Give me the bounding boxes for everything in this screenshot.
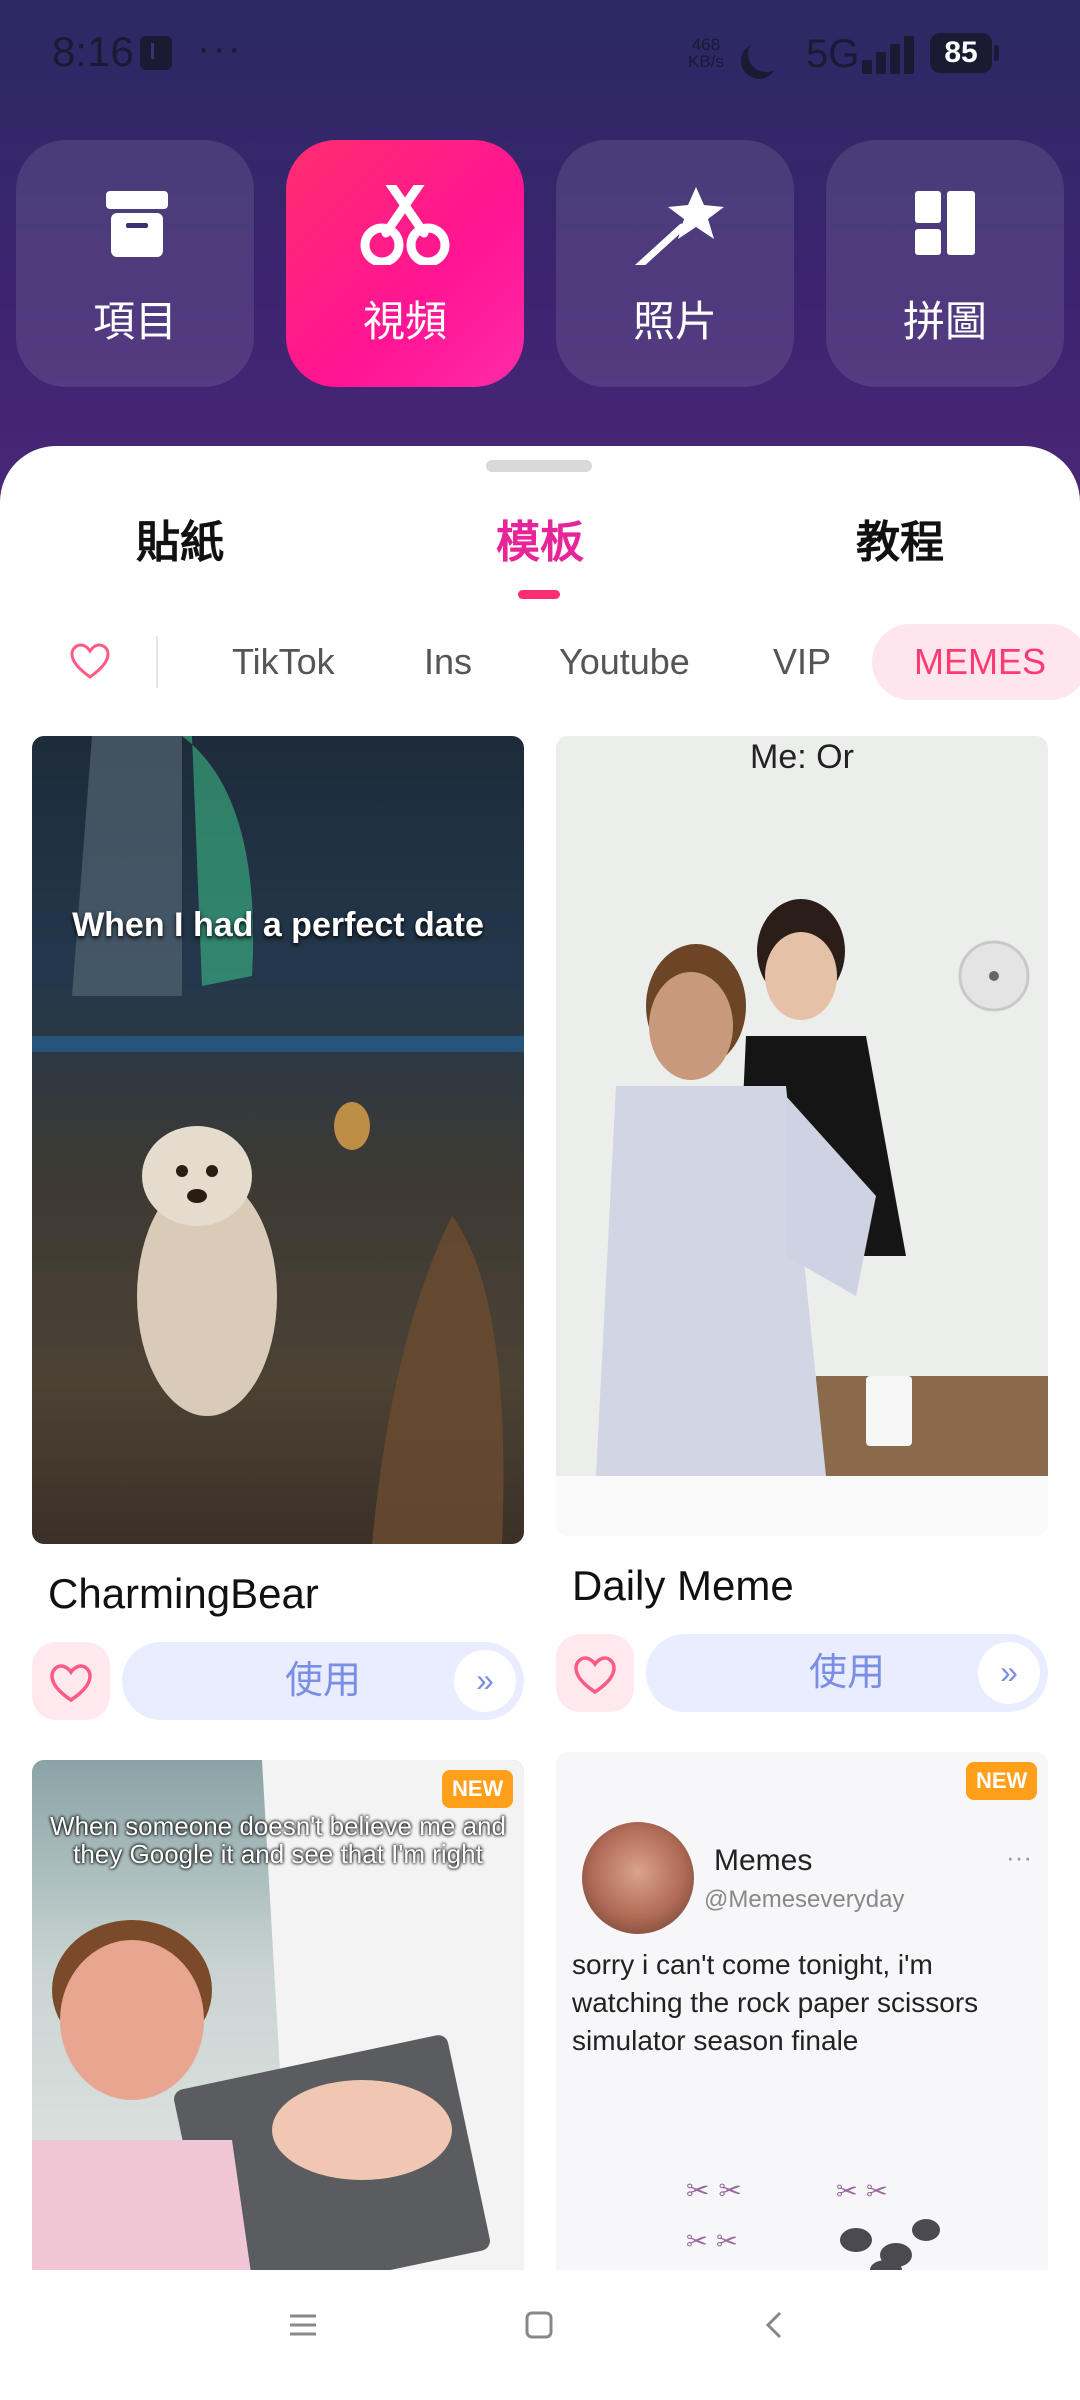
heart-icon: [574, 1656, 616, 1695]
tab-stickers[interactable]: 貼紙: [136, 506, 224, 570]
home-icon[interactable]: [524, 2310, 554, 2340]
heart-icon: [50, 1664, 92, 1703]
dog-on-beach-image: [32, 736, 524, 1544]
chip-youtube[interactable]: Youtube: [559, 624, 690, 700]
template-sheet: 貼紙 模板 教程 TikTok Ins Youtube VIP MEMES Wh…: [0, 446, 1080, 2400]
double-chevron-icon: »: [978, 1642, 1040, 1704]
use-label: 使用: [808, 1652, 885, 1694]
download-notification-icon: [140, 36, 172, 70]
chip-memes[interactable]: MEMES: [872, 624, 1080, 700]
avatar: [582, 1822, 694, 1934]
svg-text:✂ ✂: ✂ ✂: [686, 2174, 742, 2207]
back-icon[interactable]: [760, 2310, 790, 2340]
tweet-text: sorry i can't come tonight, i'm watching…: [572, 1949, 979, 2056]
tile-projects-label: 項目: [92, 298, 177, 345]
more-icon: ···: [1006, 1842, 1032, 1872]
template-title: CharmingBear: [48, 1570, 319, 1617]
magic-wand-icon: [635, 187, 724, 265]
battery-indicator: 85: [930, 33, 999, 73]
status-time: 8:16: [52, 28, 134, 75]
do-not-disturb-icon: [743, 31, 789, 77]
use-label: 使用: [284, 1660, 361, 1702]
template-thumbnail-tweet-meme[interactable]: NEW Memes @Memeseveryday ··· sorry i can…: [556, 1752, 1048, 2280]
tile-video-label: 視頻: [362, 298, 447, 345]
network-type: 5G: [806, 32, 860, 76]
signal-icon: [862, 34, 918, 74]
use-template-button[interactable]: 使用 »: [646, 1634, 1048, 1712]
network-speed: 468 KB/s: [686, 36, 726, 70]
like-button[interactable]: [32, 1642, 110, 1720]
box-icon: [106, 191, 168, 257]
tile-collage-label: 拼圖: [902, 298, 987, 345]
tab-indicator: [518, 590, 560, 599]
network-speed-unit: KB/s: [688, 52, 724, 71]
category-chips: TikTok Ins Youtube VIP MEMES: [0, 624, 1080, 700]
like-button[interactable]: [556, 1634, 634, 1712]
svg-text:✂ ✂: ✂ ✂: [686, 2227, 738, 2257]
tile-projects[interactable]: 項目: [16, 140, 254, 387]
new-badge: NEW: [442, 1770, 514, 1808]
tab-tutorials[interactable]: 教程: [856, 506, 944, 570]
tile-photo-label: 照片: [632, 298, 717, 345]
chip-ins[interactable]: Ins: [424, 624, 472, 700]
menu-icon[interactable]: [288, 2310, 318, 2340]
meme-caption: When I had a perfect date: [72, 906, 484, 944]
use-template-button[interactable]: 使用 »: [122, 1642, 524, 1720]
favorites-heart-icon[interactable]: [70, 642, 110, 682]
tile-photo[interactable]: 照片: [556, 140, 794, 387]
tile-video[interactable]: 視頻: [286, 140, 524, 387]
man-and-woman-image: [556, 899, 1048, 1536]
new-badge: NEW: [966, 1762, 1038, 1800]
tab-bar: 貼紙 模板 教程: [0, 506, 1080, 586]
scissors-rocks-image: ✂ ✂ ✂ ✂ ✂ ✂: [686, 2174, 940, 2280]
svg-text:✂ ✂: ✂ ✂: [836, 2177, 888, 2207]
template-title: Daily Meme: [572, 1562, 794, 1609]
template-thumbnail-daily-meme[interactable]: Me: Or: [556, 736, 1048, 1536]
tweet-name: Memes: [714, 1844, 813, 1877]
chip-divider: [156, 636, 158, 688]
status-bar: 8:16 ··· 468 KB/s 5G 85: [0, 0, 1080, 110]
chip-tiktok[interactable]: TikTok: [232, 624, 335, 700]
tweet-handle: @Memeseveryday: [704, 1886, 905, 1913]
system-navigation-bar: [0, 2270, 1080, 2400]
tile-collage[interactable]: 拼圖: [826, 140, 1064, 387]
chip-vip[interactable]: VIP: [773, 624, 831, 700]
meme-caption: When someone doesn't believe me and they…: [50, 1811, 506, 1869]
sheet-drag-handle[interactable]: [486, 460, 592, 472]
scissors-icon: [360, 185, 450, 265]
template-thumbnail-google-meme[interactable]: When someone doesn't believe me and they…: [32, 1760, 524, 2280]
template-thumbnail-charmingbear[interactable]: When I had a perfect date: [32, 736, 524, 1544]
tab-templates[interactable]: 模板: [496, 506, 584, 570]
collage-icon: [915, 191, 975, 255]
double-chevron-icon: »: [454, 1650, 516, 1712]
more-notifications-icon: ···: [197, 26, 243, 70]
